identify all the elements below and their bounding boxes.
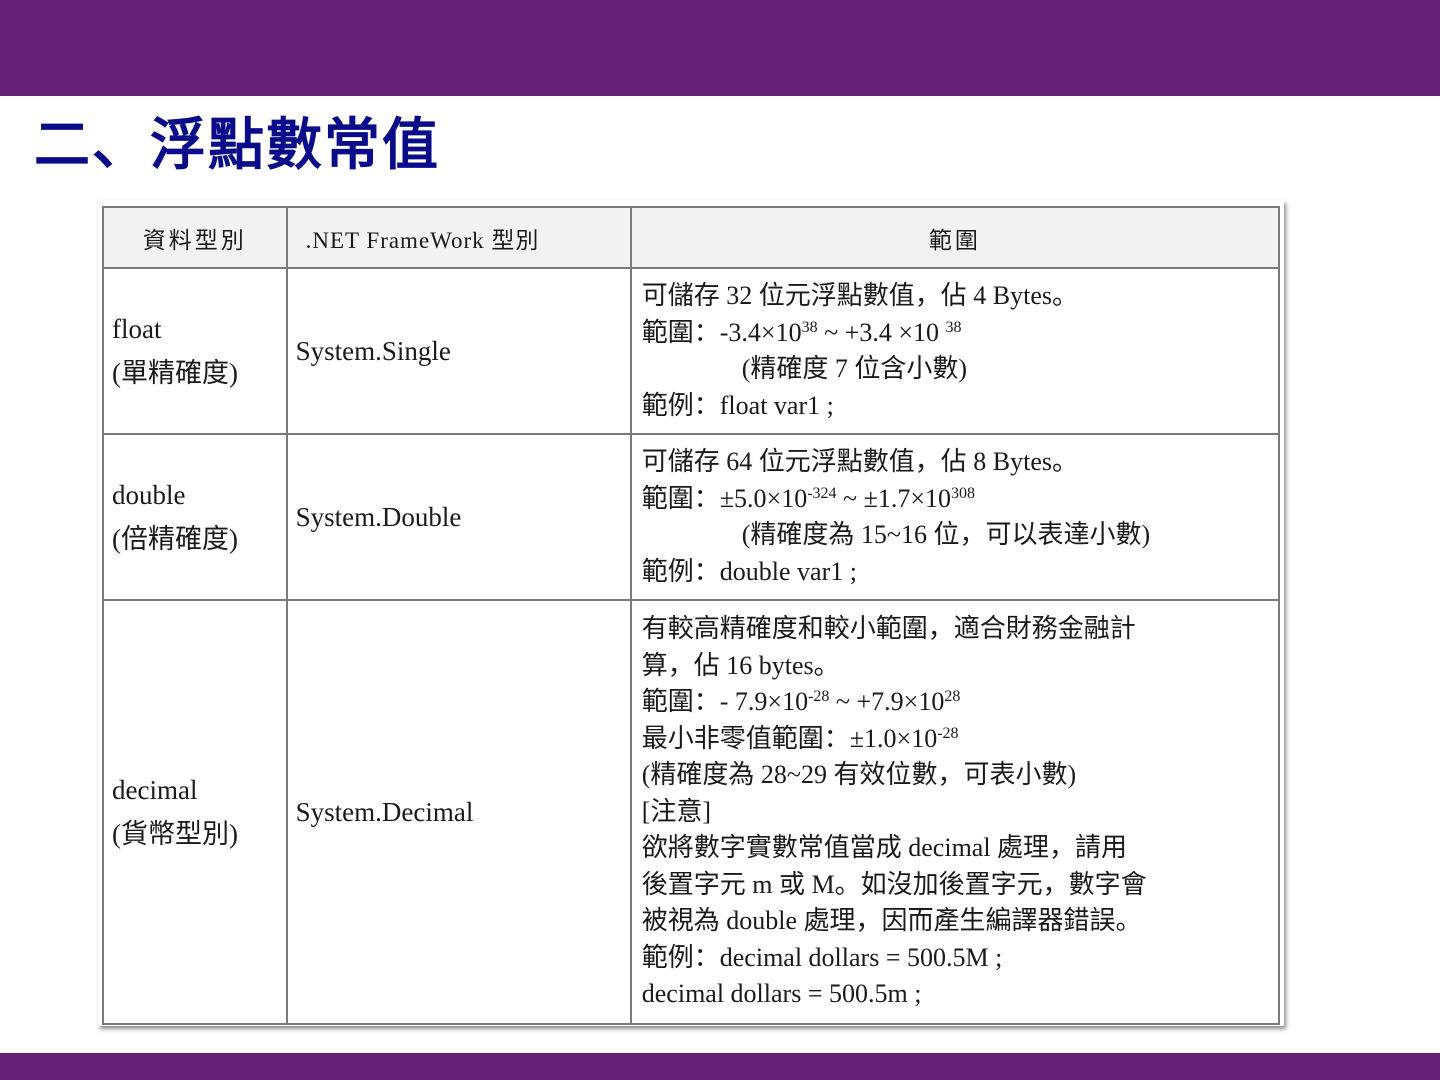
type-cell: double (倍精確度) [102,433,288,601]
range-line: (精確度 7 位含小數) [741,354,968,383]
range-line: 範圍：±5.0×10-324 ~ ±1.7×10308 [641,483,976,513]
range-cell: 有較高精確度和較小範圍，適合財務金融計 算，佔 16 bytes。 範圍：- 7… [629,599,1281,1025]
range-line: 後置字元 m 或 M。如沒加後置字元，數字會 [641,869,1147,899]
range-line: 可儲存 64 位元浮點數值，佔 8 Bytes。 [641,447,1078,476]
type-desc: (貨幣型別) [112,819,238,849]
range-cell: 可儲存 32 位元浮點數值，佔 4 Bytes。 範圍：-3.4×1038 ~ … [629,267,1281,435]
slide-title: 二、浮點數常值 [34,112,440,178]
table-row-double: double (倍精確度) System.Double 可儲存 64 位元浮點數… [102,433,1281,601]
table-row-float: float (單精確度) System.Single 可儲存 32 位元浮點數值… [102,267,1281,435]
range-line: 範圍：- 7.9×10-28 ~ +7.9×1028 [641,687,961,717]
range-line: [注意] [641,796,712,826]
type-name: double [112,480,186,510]
header-data-type: 資料型別 [102,206,288,269]
range-line: (精確度為 15~16 位，可以表達小數) [741,520,1151,549]
type-desc: (單精確度) [112,358,238,388]
framework-type-cell: System.Single [285,267,632,435]
range-line: 有較高精確度和較小範圍，適合財務金融計 [641,614,1136,644]
float-types-table: 資料型別 .NET FrameWork 型別 範圍 float (單精確度) S… [102,206,1281,1025]
header-framework-type: .NET FrameWork 型別 [285,206,632,269]
range-line: 算，佔 16 bytes。 [641,650,840,680]
table-header-row: 資料型別 .NET FrameWork 型別 範圍 [102,206,1281,269]
header-range: 範圍 [629,206,1281,269]
range-line: 範例：float var1 ; [641,390,834,420]
range-line: 可儲存 32 位元浮點數值，佔 4 Bytes。 [641,281,1078,310]
range-line: 範例：decimal dollars = 500.5M ; [641,942,1003,972]
type-name: float [112,314,162,344]
range-line: 被視為 double 處理，因而產生編譯器錯誤。 [641,906,1142,936]
framework-type-cell: System.Double [285,433,632,601]
bottom-banner [0,1053,1440,1080]
type-desc: (倍精確度) [112,524,238,554]
range-line: 範圍：-3.4×1038 ~ +3.4 ×10 38 [641,317,962,347]
type-name: decimal [112,775,198,805]
range-line: (精確度為 28~29 有效位數，可表小數) [641,760,1077,790]
top-banner [0,0,1440,96]
range-line: decimal dollars = 500.5m ; [641,979,922,1009]
framework-type-cell: System.Decimal [285,599,632,1025]
range-cell: 可儲存 64 位元浮點數值，佔 8 Bytes。 範圍：±5.0×10-324 … [629,433,1281,601]
table-frame: 資料型別 .NET FrameWork 型別 範圍 float (單精確度) S… [98,200,1284,1026]
range-line: 範例：double var1 ; [641,556,857,586]
table-row-decimal: decimal (貨幣型別) System.Decimal 有較高精確度和較小範… [102,599,1281,1025]
range-line: 欲將數字實數常值當成 decimal 處理，請用 [641,833,1128,863]
type-cell: decimal (貨幣型別) [102,599,288,1025]
range-line: 最小非零值範圍：±1.0×10-28 [641,723,959,753]
type-cell: float (單精確度) [102,267,288,435]
